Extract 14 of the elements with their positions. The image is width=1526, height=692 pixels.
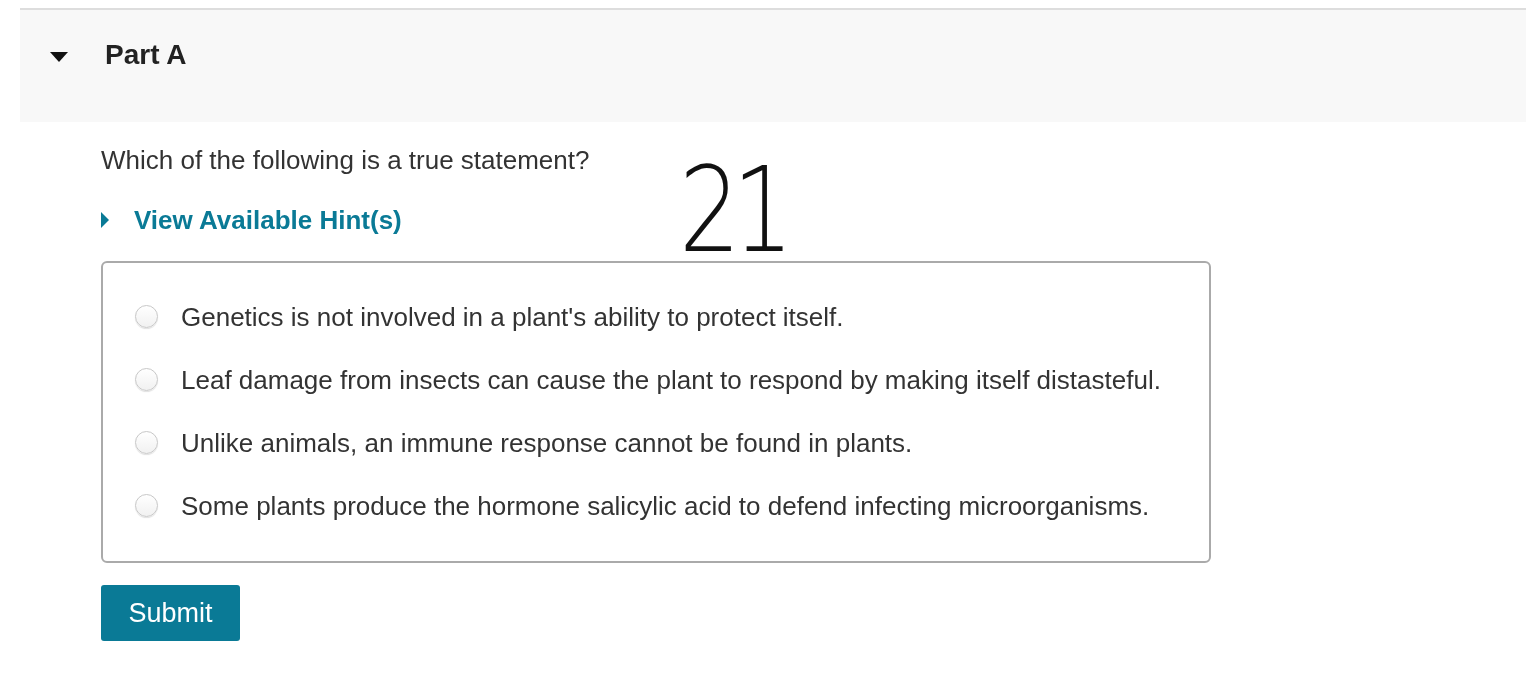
radio-button[interactable] (135, 431, 158, 454)
radio-button[interactable] (135, 368, 158, 391)
option-label[interactable]: Leaf damage from insects can cause the plant to respond by making itself distasteful. (181, 364, 1161, 395)
radio-button[interactable] (135, 494, 158, 517)
part-title: Part A (105, 39, 187, 71)
option-label[interactable]: Genetics is not involved in a plant's ability to protect itself. (181, 301, 844, 332)
option-label[interactable]: Some plants produce the hormone salicylic acid to defend infecting microorganisms. (181, 490, 1150, 521)
submit-button[interactable]: Submit (101, 585, 240, 641)
option-label[interactable]: Unlike animals, an immune response cannot be found in plants. (181, 427, 913, 458)
caret-down-icon[interactable] (50, 52, 68, 62)
handwritten-note: 21 (679, 151, 787, 269)
view-hints-link[interactable]: View Available Hint(s) (101, 205, 402, 235)
radio-button[interactable] (135, 305, 158, 328)
question-text: Which of the following is a true statement? (101, 145, 590, 175)
